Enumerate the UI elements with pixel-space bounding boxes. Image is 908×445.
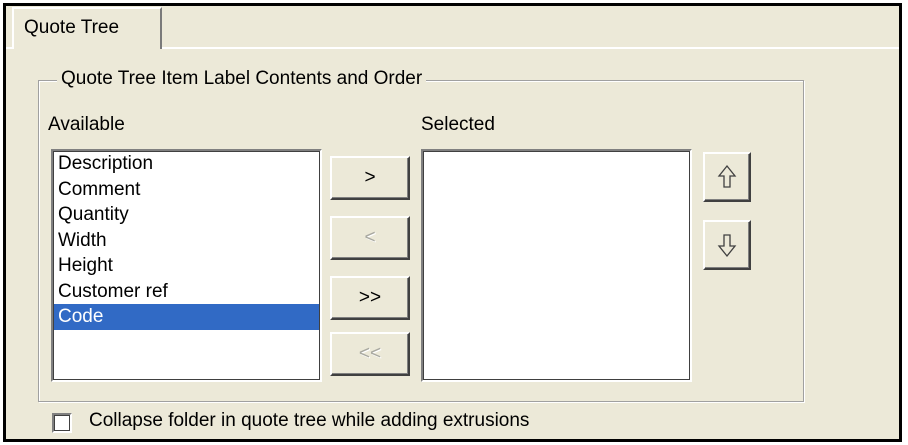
up-arrow-icon	[717, 164, 737, 188]
down-arrow-icon	[717, 234, 737, 258]
tab-quote-tree[interactable]: Quote Tree	[12, 7, 162, 49]
add-button[interactable]: >	[330, 156, 410, 200]
move-down-button[interactable]	[703, 220, 751, 270]
collapse-folder-label: Collapse folder in quote tree while addi…	[89, 410, 530, 431]
list-item-selected[interactable]: Code	[53, 304, 320, 330]
label-order-group-title: Quote Tree Item Label Contents and Order	[57, 68, 427, 90]
list-item[interactable]: Height	[53, 253, 320, 279]
tab-quote-tree-label: Quote Tree	[24, 17, 120, 38]
list-item[interactable]: Comment	[53, 177, 320, 203]
list-item[interactable]: Quantity	[53, 202, 320, 228]
remove-all-button[interactable]: <<	[330, 332, 410, 376]
list-item[interactable]: Description	[53, 151, 320, 177]
collapse-folder-checkbox[interactable]	[52, 413, 72, 433]
available-listbox[interactable]: Description Comment Quantity Width Heigh…	[51, 149, 322, 382]
remove-button[interactable]: <	[330, 216, 410, 260]
selected-listbox[interactable]	[421, 149, 692, 382]
selected-label: Selected	[421, 114, 495, 135]
move-up-button[interactable]	[703, 152, 751, 202]
add-all-button[interactable]: >>	[330, 276, 410, 320]
list-item[interactable]: Customer ref	[53, 279, 320, 305]
dialog-frame: Quote Tree Quote Tree Item Label Content…	[3, 3, 902, 442]
list-item[interactable]: Width	[53, 228, 320, 254]
available-label: Available	[48, 114, 125, 135]
